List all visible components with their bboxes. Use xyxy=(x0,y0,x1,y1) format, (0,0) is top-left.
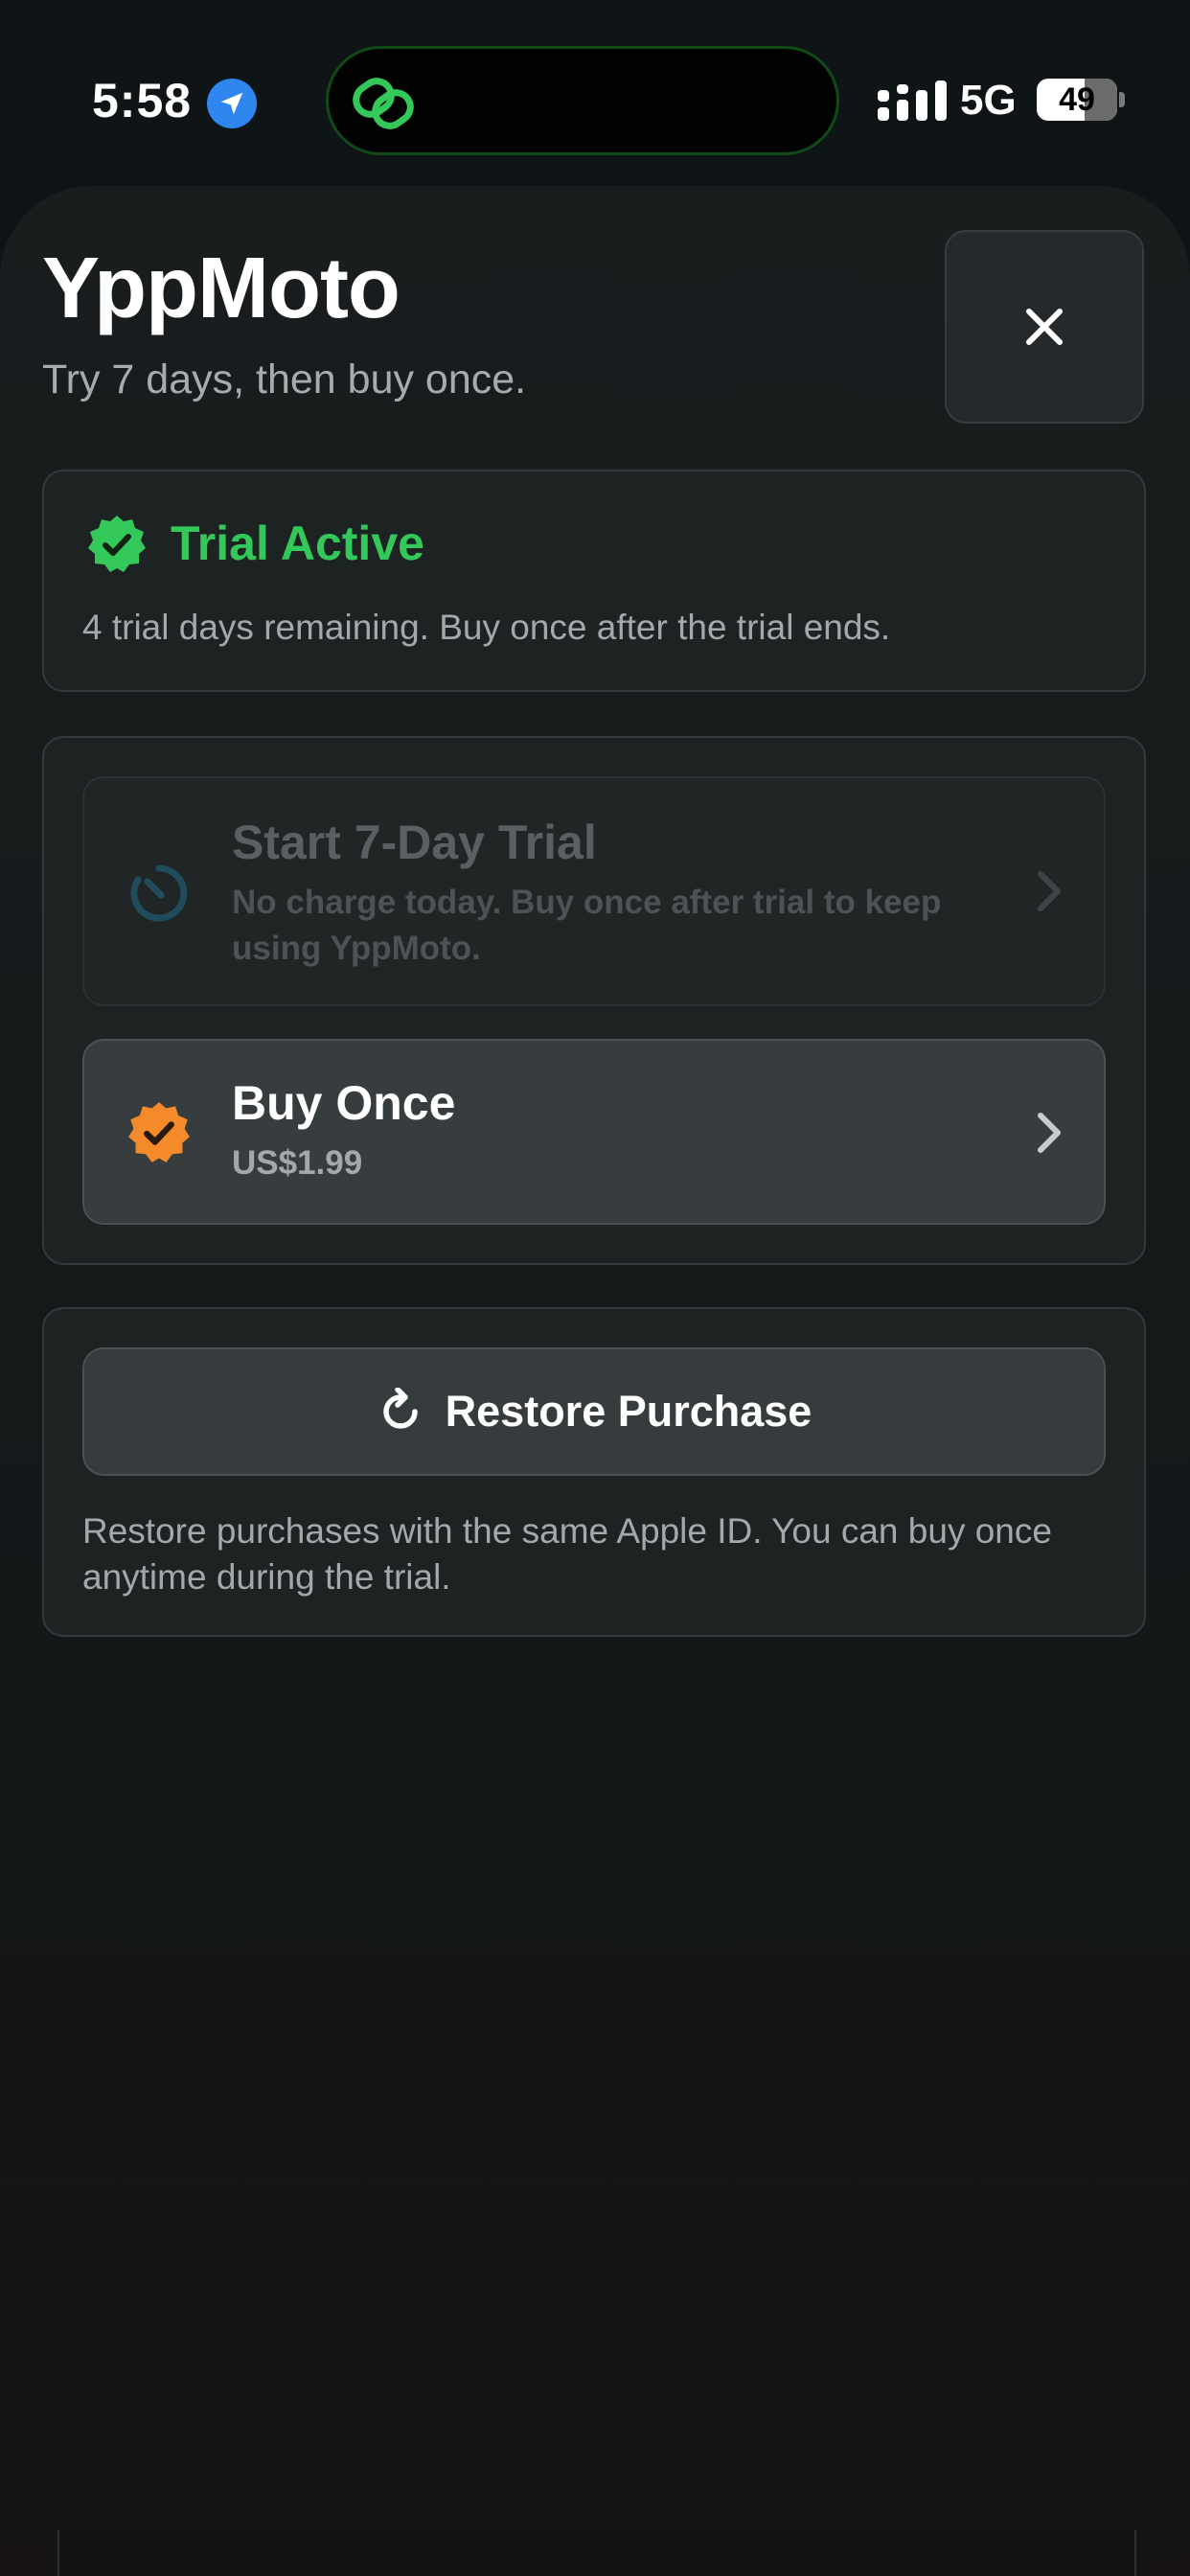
restore-card: Restore Purchase Restore purchases with … xyxy=(42,1307,1146,1637)
status-time: 5:58 xyxy=(92,74,193,127)
refresh-icon xyxy=(382,1388,418,1429)
trial-status-title: Trial Active xyxy=(171,517,424,570)
trial-status-card: Trial Active 4 trial days remaining. Buy… xyxy=(42,470,1146,692)
underlying-sheet-edge xyxy=(57,2530,1136,2576)
start-trial-subtitle: No charge today. Buy once after trial to… xyxy=(232,884,942,967)
restore-purchase-button[interactable]: Restore Purchase xyxy=(82,1347,1106,1476)
verified-badge-icon xyxy=(88,516,146,572)
app-subtitle: Try 7 days, then buy once. xyxy=(42,356,527,402)
close-icon xyxy=(1026,309,1063,345)
buy-once-price: US$1.99 xyxy=(232,1144,363,1182)
battery-icon: 49 xyxy=(1037,79,1117,121)
app-title: YppMoto xyxy=(42,241,400,336)
purchase-options-card: Start 7-Day Trial No charge today. Buy o… xyxy=(42,736,1146,1265)
link-icon xyxy=(353,78,414,129)
battery-level: 49 xyxy=(1059,81,1095,118)
battery-nub xyxy=(1119,92,1125,107)
trial-status-description: 4 trial days remaining. Buy once after t… xyxy=(82,608,891,647)
buy-once-option[interactable]: Buy Once US$1.99 xyxy=(82,1039,1106,1225)
paywall-screen: 5:58 5G 49 YppMoto Try 7 days, then buy … xyxy=(0,0,1190,2576)
restore-purchase-label: Restore Purchase xyxy=(445,1387,812,1436)
close-button[interactable] xyxy=(945,230,1144,424)
chevron-right-icon xyxy=(1038,1113,1061,1153)
start-trial-option[interactable]: Start 7-Day Trial No charge today. Buy o… xyxy=(82,776,1106,1006)
verified-badge-icon xyxy=(128,1102,190,1162)
location-arrow-icon xyxy=(207,79,257,128)
restore-note: Restore purchases with the same Apple ID… xyxy=(82,1511,1052,1597)
cellular-signal-icon xyxy=(878,80,947,121)
buy-once-title: Buy Once xyxy=(232,1076,456,1130)
network-type: 5G xyxy=(960,77,1017,124)
start-trial-title: Start 7-Day Trial xyxy=(232,816,597,869)
status-bar: 5:58 5G 49 xyxy=(0,0,1190,182)
timer-icon xyxy=(130,864,188,922)
chevron-right-icon xyxy=(1038,871,1061,911)
dynamic-island[interactable] xyxy=(326,46,839,155)
